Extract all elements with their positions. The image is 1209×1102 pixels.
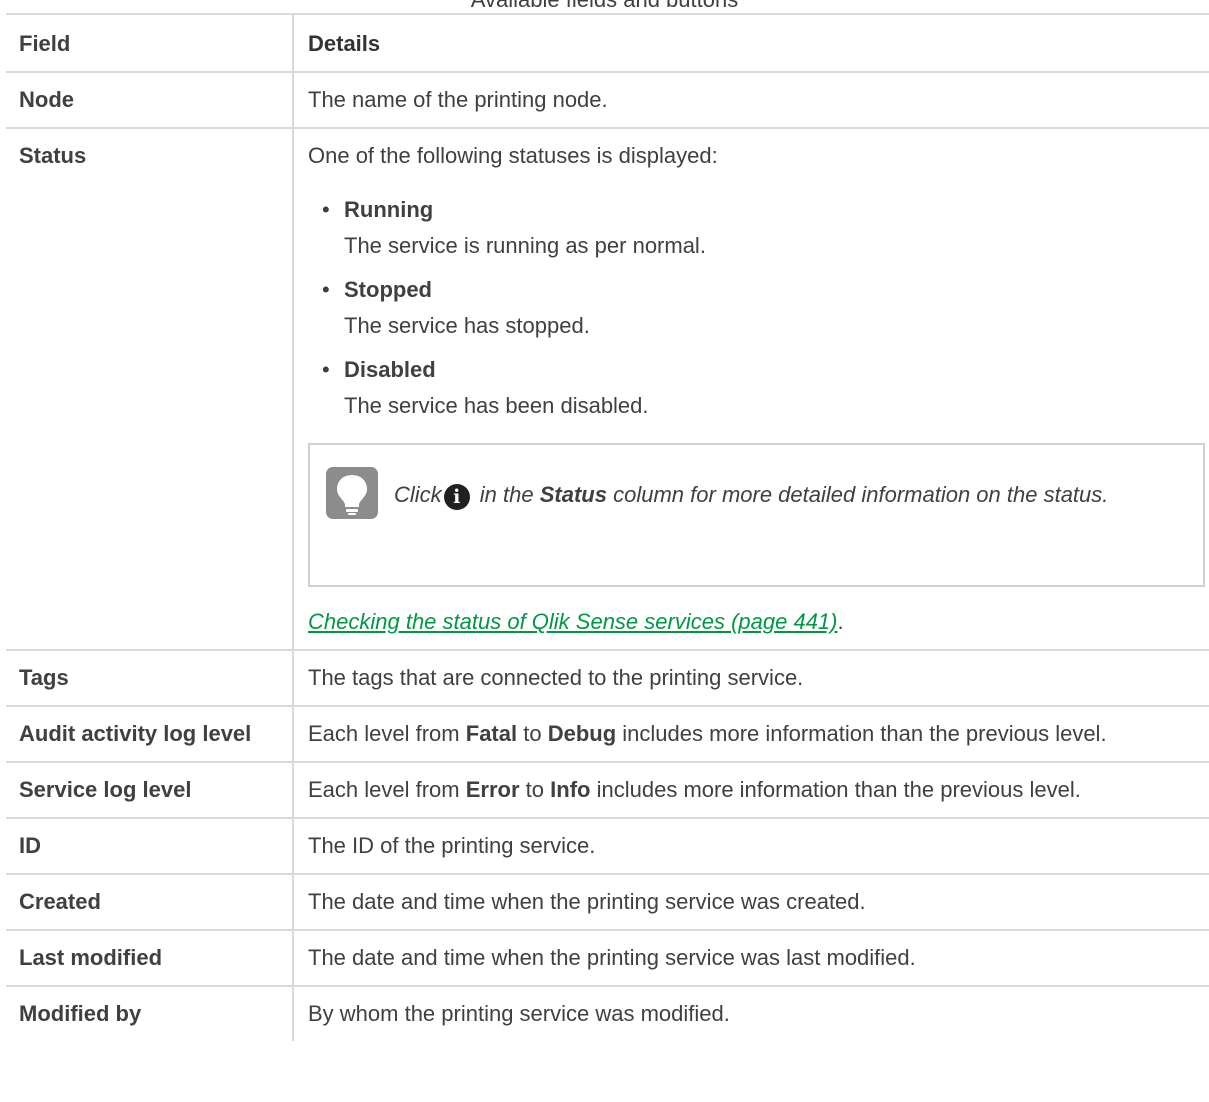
- status-list: Running The service is running as per no…: [308, 191, 1205, 423]
- table-row: Service log level Each level from Error …: [6, 761, 1209, 818]
- field-details: One of the following statuses is display…: [293, 127, 1209, 650]
- list-item: Disabled The service has been disabled.: [322, 351, 1205, 423]
- field-name: Node: [6, 71, 294, 128]
- details-text: Each level from: [308, 777, 460, 802]
- status-description: The service is running as per normal.: [344, 233, 706, 258]
- table-caption: Available fields and buttons: [0, 0, 1209, 13]
- status-name: Stopped: [344, 277, 432, 302]
- table-row: Tags The tags that are connected to the …: [6, 649, 1209, 706]
- tip-click-word: Click: [394, 482, 442, 507]
- tip-status-word: Status: [539, 482, 607, 507]
- field-details: The ID of the printing service.: [293, 817, 1209, 874]
- field-column-header: Field: [6, 13, 294, 72]
- field-details: The tags that are connected to the print…: [293, 649, 1209, 706]
- field-name: Created: [6, 873, 294, 930]
- fields-table: Field Details Node The name of the print…: [6, 13, 1209, 1041]
- details-text: Each level from: [308, 721, 460, 746]
- field-details: The date and time when the printing serv…: [293, 929, 1209, 986]
- details-text: includes more information than the previ…: [596, 777, 1081, 802]
- table-row: Modified by By whom the printing service…: [6, 985, 1209, 1041]
- field-name: Audit activity log level: [6, 705, 294, 762]
- table-header-row: Field Details: [6, 13, 1209, 72]
- level-from: Error: [465, 777, 520, 802]
- table-row: Node The name of the printing node.: [6, 71, 1209, 128]
- field-name: Status: [6, 127, 294, 650]
- field-name: Last modified: [6, 929, 294, 986]
- status-description: The service has stopped.: [344, 313, 590, 338]
- field-name: Tags: [6, 649, 294, 706]
- table-row: ID The ID of the printing service.: [6, 817, 1209, 874]
- details-text: to: [525, 777, 545, 802]
- field-details: Each level from Error to Info includes m…: [293, 761, 1209, 818]
- link-suffix: .: [837, 609, 844, 634]
- table-row: Status One of the following statuses is …: [6, 127, 1209, 650]
- details-text: to: [523, 721, 542, 746]
- table-row: Audit activity log level Each level from…: [6, 705, 1209, 762]
- status-name: Disabled: [344, 357, 436, 382]
- field-name: Service log level: [6, 761, 294, 818]
- status-description: The service has been disabled.: [344, 393, 649, 418]
- tip-box: Click i in the Status column for more det…: [308, 443, 1205, 587]
- level-from: Fatal: [465, 721, 518, 746]
- tip-in-the: in the: [479, 482, 534, 507]
- field-name: Modified by: [6, 985, 294, 1041]
- list-item: Running The service is running as per no…: [322, 191, 1205, 263]
- status-name: Running: [344, 197, 434, 222]
- status-link-line: Checking the status of Qlik Sense servic…: [308, 605, 1205, 639]
- table-row: Last modified The date and time when the…: [6, 929, 1209, 986]
- details-text: includes more information than the previ…: [622, 721, 1107, 746]
- lightbulb-icon: [326, 467, 378, 519]
- table-row: Created The date and time when the print…: [6, 873, 1209, 930]
- details-column-header: Details: [293, 13, 1209, 72]
- status-check-link[interactable]: Checking the status of Qlik Sense servic…: [308, 609, 838, 634]
- level-to: Info: [550, 777, 591, 802]
- field-details: The date and time when the printing serv…: [293, 873, 1209, 930]
- field-details: The name of the printing node.: [293, 71, 1209, 128]
- status-intro: One of the following statuses is display…: [308, 143, 718, 168]
- tip-rest: column for more detailed information on …: [613, 482, 1109, 507]
- tip-text: Click i in the Status column for more det…: [394, 475, 1183, 515]
- level-to: Debug: [547, 721, 617, 746]
- field-details: By whom the printing service was modifie…: [293, 985, 1209, 1041]
- list-item: Stopped The service has stopped.: [322, 271, 1205, 343]
- field-name: ID: [6, 817, 294, 874]
- info-icon: i: [443, 484, 470, 510]
- field-details: Each level from Fatal to Debug includes …: [293, 705, 1209, 762]
